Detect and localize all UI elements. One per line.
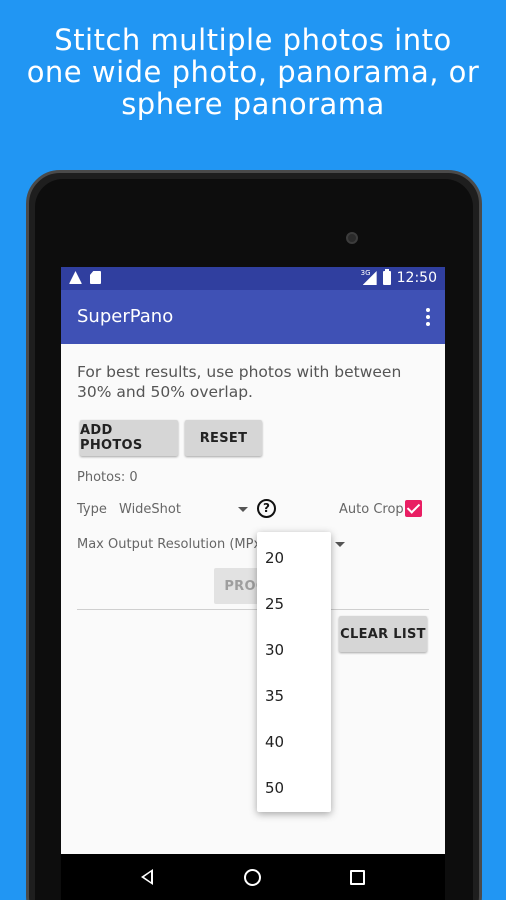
type-dropdown-arrow-icon bbox=[238, 507, 248, 512]
type-label: Type bbox=[77, 502, 107, 517]
more-vert-icon[interactable] bbox=[425, 308, 431, 326]
type-value: WideShot bbox=[119, 502, 181, 517]
resolution-option-50[interactable]: 50 bbox=[257, 765, 331, 811]
type-spinner[interactable]: WideShot bbox=[118, 496, 250, 522]
network-type: 3G bbox=[360, 269, 371, 277]
resolution-dropdown-arrow-icon[interactable] bbox=[335, 542, 345, 547]
promo-line-2: one wide photo, panorama, or bbox=[26, 55, 480, 89]
resolution-option-25[interactable]: 25 bbox=[257, 581, 331, 627]
status-bar: 3G 12:50 bbox=[61, 267, 445, 290]
app-bar: SuperPano bbox=[61, 290, 445, 344]
promo-headline: Stitch multiple photos into one wide pho… bbox=[0, 24, 506, 120]
resolution-option-30[interactable]: 30 bbox=[257, 627, 331, 673]
divider bbox=[77, 609, 429, 610]
warning-icon bbox=[69, 271, 82, 284]
promo-line-3: sphere panorama bbox=[121, 87, 385, 121]
recents-icon[interactable] bbox=[350, 870, 365, 885]
home-icon[interactable] bbox=[244, 869, 261, 886]
help-icon[interactable]: ? bbox=[257, 499, 276, 518]
resolution-dropdown-menu: 20 25 30 35 40 50 bbox=[257, 532, 331, 812]
max-resolution-label: Max Output Resolution (MPx) bbox=[77, 537, 267, 552]
device-screen: 3G 12:50 SuperPano For best results, use… bbox=[61, 267, 445, 900]
auto-crop-label: Auto Crop bbox=[339, 502, 404, 517]
auto-crop-checkbox[interactable] bbox=[405, 500, 422, 517]
reset-button[interactable]: RESET bbox=[185, 420, 262, 456]
back-icon[interactable] bbox=[141, 869, 153, 885]
photos-count: Photos: 0 bbox=[77, 470, 138, 485]
promo-line-1: Stitch multiple photos into bbox=[54, 23, 452, 57]
resolution-option-40[interactable]: 40 bbox=[257, 719, 331, 765]
clear-list-button[interactable]: CLEAR LIST bbox=[339, 616, 427, 652]
add-photos-button[interactable]: ADD PHOTOS bbox=[80, 420, 178, 456]
signal-icon: 3G bbox=[360, 269, 377, 285]
sd-card-icon bbox=[90, 271, 101, 284]
status-time: 12:50 bbox=[396, 270, 437, 286]
app-title: SuperPano bbox=[77, 306, 174, 327]
battery-icon bbox=[382, 269, 391, 285]
navigation-bar bbox=[61, 854, 445, 900]
main-content: For best results, use photos with betwee… bbox=[61, 344, 445, 854]
overlap-tip: For best results, use photos with betwee… bbox=[77, 363, 402, 401]
resolution-option-35[interactable]: 35 bbox=[257, 673, 331, 719]
resolution-option-20[interactable]: 20 bbox=[257, 535, 331, 581]
front-camera bbox=[346, 232, 358, 244]
